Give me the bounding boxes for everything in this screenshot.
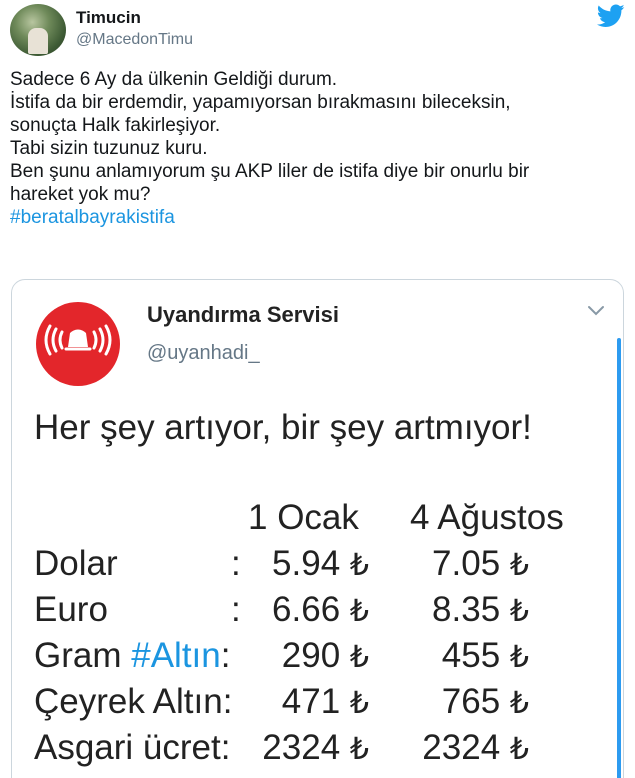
tweet-line: İstifa da bir erdemdir, yapamıyorsan bır… <box>10 92 511 113</box>
tweet-line: Sadece 6 Ay da ülkenin Geldiği durum. <box>10 69 338 90</box>
quoted-tweet-card[interactable]: Uyandırma Servisi @uyanhadi_ Her şey art… <box>11 279 624 778</box>
quoted-headline: Her şey artıyor, bir şey artmıyor! <box>34 408 532 447</box>
chevron-down-icon[interactable] <box>587 304 605 318</box>
value-1-ocak: 2324 ₺ <box>262 728 369 767</box>
avatar[interactable] <box>36 302 120 386</box>
value-4-agustos: 7.05 ₺ <box>432 544 529 583</box>
value-1-ocak: 5.94 ₺ <box>272 544 369 583</box>
avatar[interactable] <box>10 4 66 56</box>
column-header: 4 Ağustos <box>410 498 564 537</box>
value-4-agustos: 455 ₺ <box>441 636 529 675</box>
row-label: Gram #Altın: <box>34 636 231 675</box>
tweet-line: hareket yok mu? <box>10 184 151 205</box>
value-1-ocak: 471 ₺ <box>281 682 369 721</box>
value-1-ocak: 6.66 ₺ <box>272 590 369 629</box>
hashtag-link[interactable]: #Altın <box>131 636 221 675</box>
column-header: 1 Ocak <box>248 498 359 537</box>
row-colon: : <box>231 590 241 629</box>
tweet-header: Timucin @MacedonTimu <box>10 4 625 60</box>
row-label: Dolar <box>34 544 118 583</box>
alarm-bell-icon <box>44 324 112 356</box>
hashtag-link[interactable]: #beratalbayrakistifa <box>10 206 625 229</box>
row-label: Asgari ücret: <box>34 728 231 767</box>
author-display-name[interactable]: Timucin <box>76 8 141 28</box>
tweet-line: Ben şunu anlamıyorum şu AKP liler de ist… <box>10 161 530 182</box>
value-4-agustos: 8.35 ₺ <box>432 590 529 629</box>
tweet-line: Tabi sizin tuzunuz kuru. <box>10 138 208 159</box>
row-label: Çeyrek Altın: <box>34 682 233 721</box>
quoted-author-name[interactable]: Uyandırma Servisi <box>147 302 339 328</box>
value-4-agustos: 765 ₺ <box>441 682 529 721</box>
row-colon: : <box>231 544 241 583</box>
tweet-line: sonuçta Halk fakirleşiyor. <box>10 115 221 136</box>
twitter-bird-icon[interactable] <box>597 4 625 28</box>
row-label: Euro <box>34 590 108 629</box>
scrollbar[interactable] <box>617 338 621 778</box>
tweet-text: Sadece 6 Ay da ülkenin Geldiği durum. İs… <box>10 68 625 229</box>
quoted-author-handle[interactable]: @uyanhadi_ <box>147 342 260 365</box>
value-4-agustos: 2324 ₺ <box>422 728 529 767</box>
value-1-ocak: 290 ₺ <box>281 636 369 675</box>
author-handle[interactable]: @MacedonTimu <box>76 31 193 49</box>
